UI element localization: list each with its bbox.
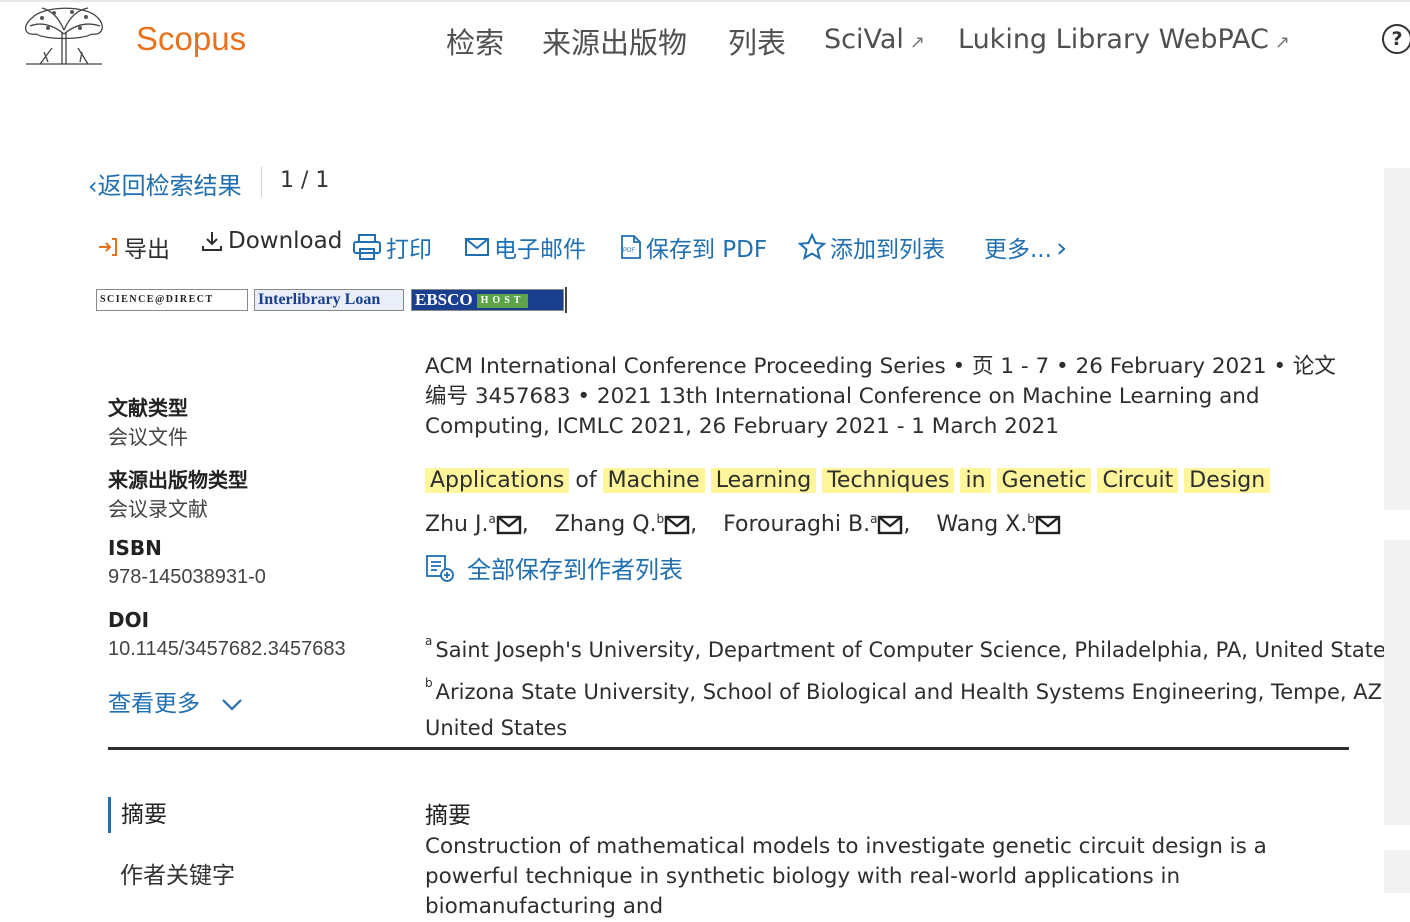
sciencedirect-logo[interactable]: SCIENCE@DIRECT bbox=[96, 289, 248, 311]
add-to-list-button[interactable]: 添加到列表 bbox=[798, 230, 945, 264]
email-icon[interactable] bbox=[877, 515, 903, 535]
affiliation-a: a Saint Joseph's University, Department o… bbox=[425, 634, 1397, 662]
doc-type-value: 会议文件 bbox=[108, 425, 188, 449]
affiliation-marker: b bbox=[1027, 511, 1035, 526]
affiliation-b-continued: United States bbox=[425, 716, 568, 740]
print-button[interactable]: 打印 bbox=[352, 230, 432, 264]
elsevier-tree-logo[interactable] bbox=[22, 4, 106, 66]
nav-sources[interactable]: 来源出版物 bbox=[542, 20, 687, 62]
side-panel bbox=[1384, 168, 1410, 510]
svg-text:PDF: PDF bbox=[623, 248, 635, 254]
doi-label: DOI bbox=[108, 608, 150, 632]
email-button[interactable]: 电子邮件 bbox=[464, 230, 586, 264]
isbn-label: ISBN bbox=[108, 536, 162, 560]
email-icon[interactable] bbox=[664, 515, 690, 535]
author-item[interactable]: Zhu J. a, bbox=[425, 511, 529, 538]
isbn-value: 978-145038931-0 bbox=[108, 566, 266, 588]
result-pager: 1 / 1 bbox=[280, 168, 330, 193]
email-icon bbox=[465, 238, 489, 256]
author-separator: , bbox=[521, 512, 529, 537]
section-divider bbox=[108, 747, 1349, 750]
source-type-label: 来源出版物类型 bbox=[108, 468, 248, 492]
title-word: Genetic bbox=[996, 468, 1092, 493]
author-name[interactable]: Zhu J. bbox=[425, 512, 488, 537]
email-icon[interactable] bbox=[1035, 515, 1061, 535]
side-panel bbox=[1384, 850, 1410, 893]
tab-abstract[interactable]: 摘要 bbox=[108, 797, 167, 833]
nav-scival[interactable]: SciVal ↗ bbox=[824, 24, 925, 55]
nav-luking-library[interactable]: Luking Library WebPAC ↗ bbox=[958, 24, 1290, 55]
abstract-text: Construction of mathematical models to i… bbox=[425, 834, 1267, 919]
nav-search[interactable]: 检索 bbox=[446, 20, 504, 62]
interlibrary-loan-logo[interactable]: Interlibrary Loan bbox=[254, 289, 404, 311]
title-word: Techniques bbox=[822, 468, 955, 493]
email-icon[interactable] bbox=[496, 515, 522, 535]
title-word: Applications bbox=[425, 468, 570, 493]
author-item[interactable]: Forouraghi B. a, bbox=[723, 511, 911, 538]
export-icon bbox=[99, 238, 117, 256]
title-word: Learning bbox=[710, 468, 817, 493]
source-title-link[interactable]: ACM International Conference Proceeding … bbox=[425, 354, 1336, 439]
download-icon bbox=[202, 232, 222, 251]
doc-type-label: 文献类型 bbox=[108, 396, 188, 420]
author-item[interactable]: Wang X. b bbox=[936, 511, 1061, 537]
export-button[interactable]: 导出 bbox=[96, 230, 170, 264]
author-list-add-icon bbox=[426, 554, 454, 582]
external-link-icon: ↗ bbox=[1274, 32, 1291, 53]
chevron-right-icon: › bbox=[1055, 230, 1068, 264]
document-title: Applications of Machine Learning Techniques i… bbox=[425, 466, 1276, 496]
author-name[interactable]: Wang X. bbox=[936, 512, 1027, 537]
download-button[interactable]: Download bbox=[200, 228, 342, 254]
title-word: of bbox=[575, 468, 597, 493]
side-panel bbox=[1384, 540, 1410, 825]
back-to-results-link[interactable]: ‹返回检索结果 bbox=[88, 166, 242, 201]
source-citation: ACM International Conference Proceeding … bbox=[425, 352, 1355, 442]
chevron-down-icon bbox=[222, 698, 243, 711]
nav-lists[interactable]: 列表 bbox=[728, 20, 786, 62]
doi-value[interactable]: 10.1145/3457682.3457683 bbox=[108, 638, 346, 661]
more-actions-button[interactable]: 更多... › bbox=[984, 230, 1067, 264]
chevron-left-icon: ‹ bbox=[88, 172, 98, 200]
author-name[interactable]: Forouraghi B. bbox=[723, 512, 870, 537]
star-icon bbox=[798, 233, 826, 261]
printer-icon bbox=[353, 234, 381, 260]
author-separator: , bbox=[690, 512, 698, 537]
save-all-authors-link[interactable]: 全部保存到作者列表 bbox=[425, 550, 683, 585]
title-word: Machine bbox=[602, 468, 705, 493]
affiliation-marker: a bbox=[870, 511, 878, 526]
ebsco-host-logo[interactable]: EBSCO HOST bbox=[411, 289, 564, 311]
abstract-heading: 摘要 bbox=[425, 803, 471, 829]
title-word: in bbox=[960, 468, 991, 493]
show-more-link[interactable]: 查看更多 bbox=[108, 684, 243, 718]
title-word: Design bbox=[1184, 468, 1271, 493]
scopus-brand[interactable]: Scopus bbox=[136, 20, 246, 58]
divider bbox=[565, 287, 567, 313]
affiliation-b: b Arizona State University, School of Bio… bbox=[425, 676, 1389, 704]
help-icon[interactable]: ? bbox=[1382, 24, 1410, 54]
source-type-value: 会议录文献 bbox=[108, 497, 208, 521]
external-link-icon: ↗ bbox=[909, 32, 925, 53]
divider bbox=[261, 167, 262, 197]
pdf-icon: PDF bbox=[621, 235, 641, 259]
author-name[interactable]: Zhang Q. bbox=[555, 512, 657, 537]
affiliation-marker: b bbox=[656, 511, 665, 526]
affiliation-marker: a bbox=[488, 511, 496, 526]
save-to-pdf-button[interactable]: PDF 保存到 PDF bbox=[620, 230, 767, 264]
author-separator: , bbox=[903, 512, 911, 537]
top-bar: Scopus 检索 来源出版物 列表 SciVal ↗ Luking Librar… bbox=[0, 0, 1410, 82]
author-item[interactable]: Zhang Q. b, bbox=[555, 511, 698, 538]
tab-author-keywords[interactable]: 作者关键字 bbox=[120, 856, 235, 890]
title-word: Circuit bbox=[1097, 468, 1179, 493]
author-list: Zhu J. a, Zhang Q. b, Forouraghi B. a, Wang X.… bbox=[425, 512, 1087, 537]
